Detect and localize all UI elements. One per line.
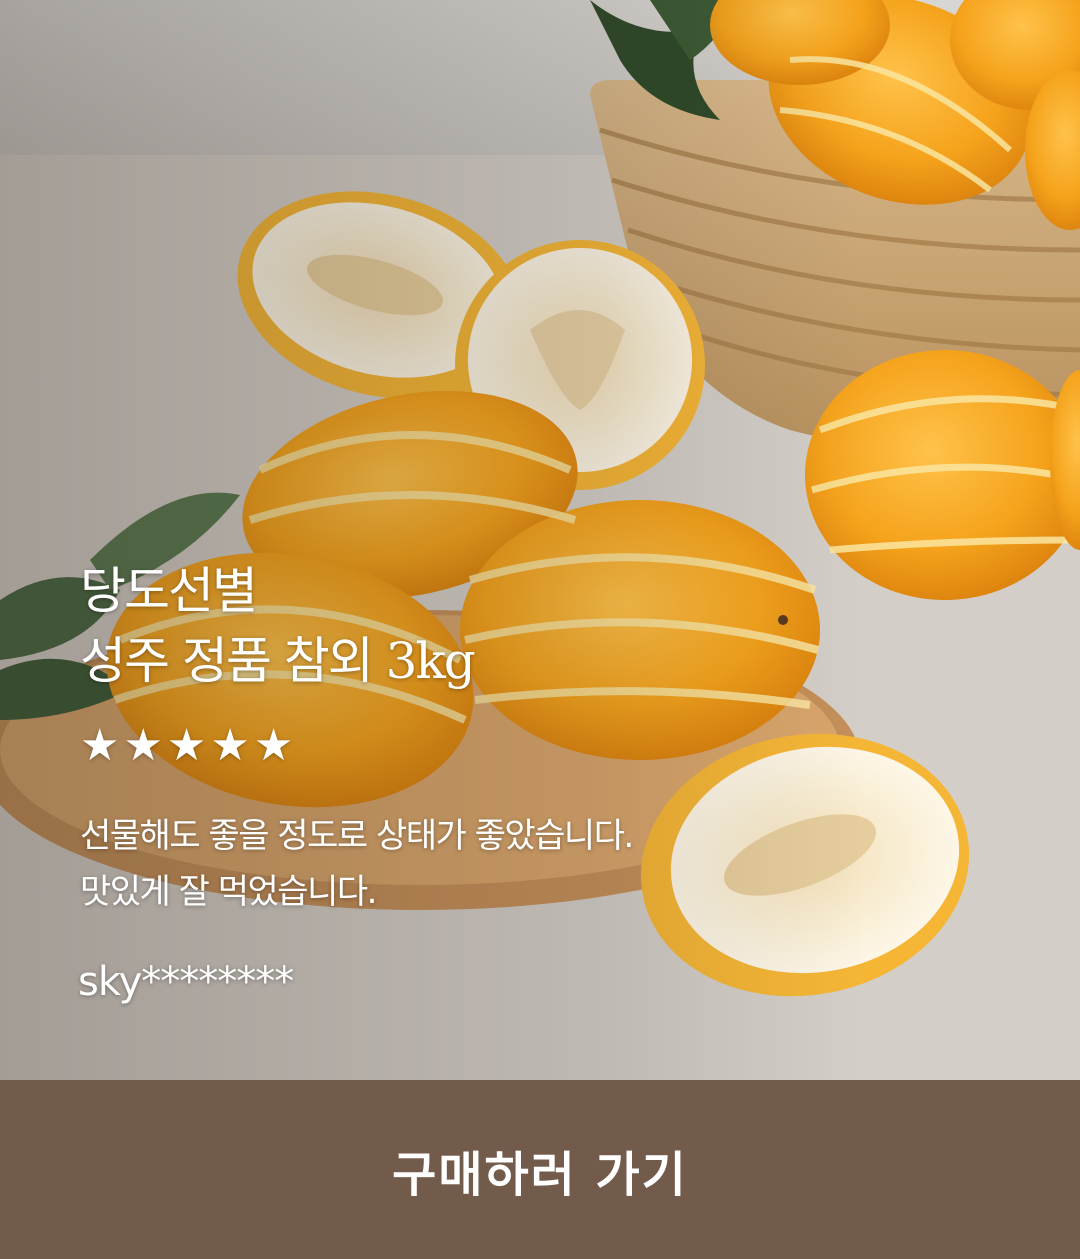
product-title-line1: 당도선별 xyxy=(80,562,258,620)
star-icon: ★ xyxy=(123,720,163,771)
star-icon: ★ xyxy=(80,720,120,771)
star-icon: ★ xyxy=(210,720,250,771)
product-photo: 당도선별 성주 정품 참외 3kg ★ ★ ★ ★ ★ 선물해도 좋을 정도로 … xyxy=(0,0,1080,1080)
star-icon: ★ xyxy=(166,720,207,771)
review-line-2: 맛있게 잘 먹었습니다. xyxy=(80,872,377,912)
star-icon: ★ xyxy=(253,720,294,771)
review-line-1: 선물해도 좋을 정도로 상태가 좋았습니다. xyxy=(80,816,634,856)
buy-now-label: 구매하러 가기 xyxy=(392,1146,688,1203)
review-text: 선물해도 좋을 정도로 상태가 좋았습니다. 맛있게 잘 먹었습니다. xyxy=(80,808,634,920)
buy-now-button[interactable]: 구매하러 가기 xyxy=(0,1080,1080,1259)
product-title-line2: 성주 정품 참외 3kg xyxy=(80,632,476,690)
review-author: sky******** xyxy=(78,959,294,1005)
product-title: 당도선별 성주 정품 참외 3kg xyxy=(80,556,476,696)
rating-stars: ★ ★ ★ ★ ★ xyxy=(80,720,293,772)
